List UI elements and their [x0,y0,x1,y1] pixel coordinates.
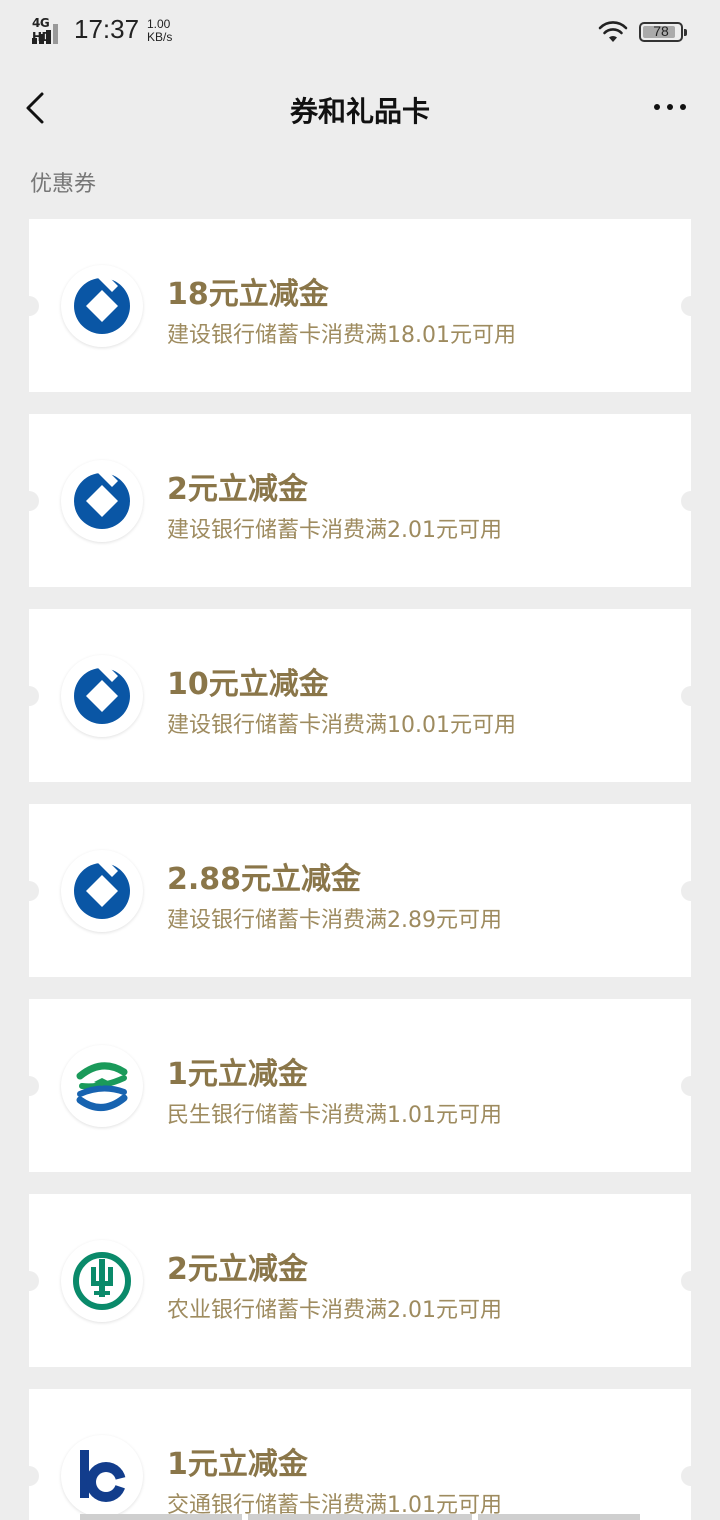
wifi-icon [598,21,628,42]
coupon-card[interactable]: 10元立减金 建设银行储蓄卡消费满10.01元可用 [19,609,701,782]
ccb-logo-icon [61,265,143,347]
nav-bar: 券和礼品卡 [0,66,720,152]
network-speed-unit: KB/s [147,30,173,44]
coupon-condition: 建设银行储蓄卡消费满10.01元可用 [167,713,516,738]
battery-level: 78 [653,23,669,39]
more-icon-dot [654,104,660,110]
more-button[interactable] [648,92,692,122]
coupon-amount: 2元立减金 [167,1252,308,1287]
battery-icon: 78 [639,22,687,42]
coupon-amount: 10元立减金 [167,667,329,702]
ccb-logo-icon [61,850,143,932]
coupon-amount: 2元立减金 [167,472,308,507]
coupon-condition: 农业银行储蓄卡消费满2.01元可用 [167,1298,502,1323]
coupon-condition: 建设银行储蓄卡消费满2.01元可用 [167,518,502,543]
coupon-card[interactable]: 1元立减金 民生银行储蓄卡消费满1.01元可用 [19,999,701,1172]
coupon-condition: 民生银行储蓄卡消费满1.01元可用 [167,1103,502,1128]
coupon-amount: 1元立减金 [167,1057,308,1092]
coupon-amount: 18元立减金 [167,277,329,312]
page-title: 券和礼品卡 [289,95,430,128]
more-icon-dot [680,104,686,110]
ccb-logo-icon [61,460,143,542]
coupon-card[interactable]: 2元立减金 建设银行储蓄卡消费满2.01元可用 [19,414,701,587]
section-title: 优惠券 [30,172,97,197]
coupon-card[interactable]: 2.88元立减金 建设银行储蓄卡消费满2.89元可用 [19,804,701,977]
coupon-condition: 建设银行储蓄卡消费满2.89元可用 [167,908,502,933]
abc-logo-icon [61,1240,143,1322]
coupon-card[interactable]: 18元立减金 建设银行储蓄卡消费满18.01元可用 [19,219,701,392]
status-bar: 4G HD 17:37 1.00 KB/s 78 [0,0,720,66]
more-icon-dot [667,104,673,110]
signal-icon: 4G HD [32,16,66,44]
scroll-indicator [80,1514,640,1520]
coupon-amount: 1元立减金 [167,1447,308,1482]
ccb-logo-icon [61,655,143,737]
coupon-card[interactable]: 1元立减金 交通银行储蓄卡消费满1.01元可用 [19,1389,701,1520]
network-speed: 1.00 KB/s [147,18,172,44]
clock: 17:37 [74,14,140,44]
coupon-amount: 2.88元立减金 [167,862,362,897]
coupon-list: 18元立减金 建设银行储蓄卡消费满18.01元可用 2元立减金 建设银行储蓄卡消… [19,219,701,1520]
coupon-card[interactable]: 2元立减金 农业银行储蓄卡消费满2.01元可用 [19,1194,701,1367]
cmbc-logo-icon [61,1045,143,1127]
coupon-condition: 建设银行储蓄卡消费满18.01元可用 [167,323,516,348]
bocom-logo-icon [61,1435,143,1517]
